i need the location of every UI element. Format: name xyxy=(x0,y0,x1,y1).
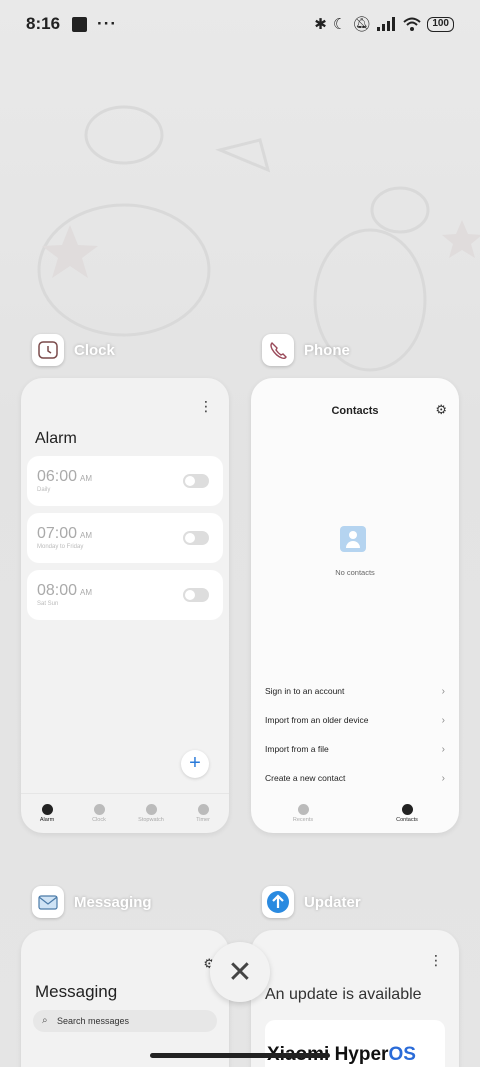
tab-label: Contacts xyxy=(396,816,418,823)
chevron-right-icon: › xyxy=(441,773,445,784)
option-import-device[interactable]: Import from an older device › xyxy=(265,715,445,726)
tab-label: Timer xyxy=(196,817,210,823)
alarm-item[interactable]: 08:00 AM Sat Sun xyxy=(27,570,223,620)
alarm-time: 07:00 xyxy=(37,525,78,542)
tab-contacts[interactable]: Contacts xyxy=(355,793,459,833)
alarm-title: Alarm xyxy=(35,430,77,447)
tab-stopwatch[interactable]: Stopwatch xyxy=(125,794,177,833)
signal-icon xyxy=(377,17,396,31)
tab-recents[interactable]: Recents xyxy=(251,793,355,833)
clock-app-icon xyxy=(32,334,64,366)
phone-icon xyxy=(297,803,309,815)
option-import-file[interactable]: Import from a file › xyxy=(265,744,445,755)
chevron-right-icon: › xyxy=(441,715,445,726)
chevron-right-icon: › xyxy=(441,744,445,755)
option-label: Import from an older device xyxy=(265,715,369,725)
alarm-repeat: Sat Sun xyxy=(37,601,59,607)
wifi-icon xyxy=(403,17,421,31)
search-messages-input[interactable]: ⌕ Search messages xyxy=(33,1010,217,1032)
close-icon: ✕ xyxy=(227,955,253,989)
alarm-item[interactable]: 07:00 AM Monday to Friday xyxy=(27,513,223,563)
gear-icon[interactable]: ⚙ xyxy=(435,402,447,418)
app-label-clock: Clock xyxy=(74,341,115,359)
status-bar: 8:16 ··· ✱ ☾ 🔕︎ 100 xyxy=(0,0,480,48)
do-not-disturb-moon-icon: ☾ xyxy=(332,16,347,33)
app-header-messaging[interactable]: Messaging xyxy=(32,886,152,918)
app-label-updater: Updater xyxy=(304,893,361,911)
messaging-app-icon xyxy=(32,886,64,918)
more-options-icon[interactable]: ⋮ xyxy=(429,953,443,967)
alarm-ampm: AM xyxy=(80,474,93,483)
stopwatch-icon xyxy=(145,804,157,815)
messaging-app-card[interactable]: ⚙ Messaging ⌕ Search messages xyxy=(21,930,229,1067)
mute-bell-icon: 🔕︎ xyxy=(352,16,372,33)
status-time: 8:16 xyxy=(26,14,61,33)
option-create-contact[interactable]: Create a new contact › xyxy=(265,773,445,784)
phone-app-icon xyxy=(262,334,294,366)
alarm-repeat: Monday to Friday xyxy=(37,544,84,550)
tab-label: Stopwatch xyxy=(138,817,164,823)
alarm-repeat: Daily xyxy=(37,487,51,493)
alarm-toggle[interactable] xyxy=(183,531,209,545)
app-header-clock[interactable]: Clock xyxy=(32,334,115,366)
phone-tab-bar: Recents Contacts xyxy=(251,793,459,833)
more-dots-icon: ··· xyxy=(97,14,118,33)
alarm-ampm: AM xyxy=(80,531,93,540)
search-placeholder: Search messages xyxy=(57,1016,130,1026)
messaging-title: Messaging xyxy=(35,982,118,1001)
clock-tab-bar: Alarm Clock Stopwatch Timer xyxy=(21,793,229,833)
hourglass-icon xyxy=(197,804,209,815)
alarm-toggle[interactable] xyxy=(183,474,209,488)
option-label: Import from a file xyxy=(265,744,329,754)
update-available-title: An update is available xyxy=(265,986,422,1003)
option-label: Sign in to an account xyxy=(265,686,345,696)
alarm-toggle[interactable] xyxy=(183,588,209,602)
tab-label: Clock xyxy=(92,817,106,823)
chevron-right-icon: › xyxy=(441,686,445,697)
status-icons: ✱ ☾ 🔕︎ 100 xyxy=(314,15,454,33)
gesture-handle[interactable] xyxy=(150,1053,330,1058)
tab-label: Recents xyxy=(292,816,314,823)
option-sign-in[interactable]: Sign in to an account › xyxy=(265,686,445,697)
alarm-item[interactable]: 06:00 AM Daily xyxy=(27,456,223,506)
alarm-ampm: AM xyxy=(80,588,93,597)
person-icon xyxy=(401,803,413,815)
no-contacts-text: No contacts xyxy=(335,568,375,577)
updater-app-icon xyxy=(262,886,294,918)
tab-clock[interactable]: Clock xyxy=(73,794,125,833)
battery-icon: 100 xyxy=(427,16,454,32)
tab-alarm[interactable]: Alarm xyxy=(21,794,73,833)
phone-app-card[interactable]: Contacts ⚙ No contacts Sign in to an acc… xyxy=(251,378,459,833)
app-label-messaging: Messaging xyxy=(74,893,152,911)
tab-timer[interactable]: Timer xyxy=(177,794,229,833)
notification-square-icon xyxy=(72,16,88,32)
app-header-updater[interactable]: Updater xyxy=(262,886,361,918)
bluetooth-icon: ✱ xyxy=(314,16,327,33)
alarm-time: 08:00 xyxy=(37,582,78,599)
tab-label: Alarm xyxy=(39,817,55,823)
brand-os-text: OS xyxy=(388,1044,416,1065)
alarm-time: 06:00 xyxy=(37,468,78,485)
option-label: Create a new contact xyxy=(265,773,346,783)
search-icon: ⌕ xyxy=(42,1015,48,1026)
app-header-phone[interactable]: Phone xyxy=(262,334,350,366)
contact-placeholder-icon xyxy=(340,526,366,552)
contacts-title: Contacts xyxy=(331,405,379,417)
clock-icon xyxy=(93,804,105,815)
app-label-phone: Phone xyxy=(304,341,350,359)
more-options-icon[interactable]: ⋮ xyxy=(199,399,213,413)
updater-app-card[interactable]: ⋮ An update is available Xiaomi HyperOS xyxy=(251,930,459,1067)
add-alarm-button[interactable]: + xyxy=(181,750,209,778)
alarm-clock-icon xyxy=(41,804,53,815)
clock-app-card[interactable]: ⋮ Alarm 06:00 AM Daily 07:00 AM Monday to … xyxy=(21,378,229,833)
close-all-button[interactable]: ✕ xyxy=(210,942,270,1002)
